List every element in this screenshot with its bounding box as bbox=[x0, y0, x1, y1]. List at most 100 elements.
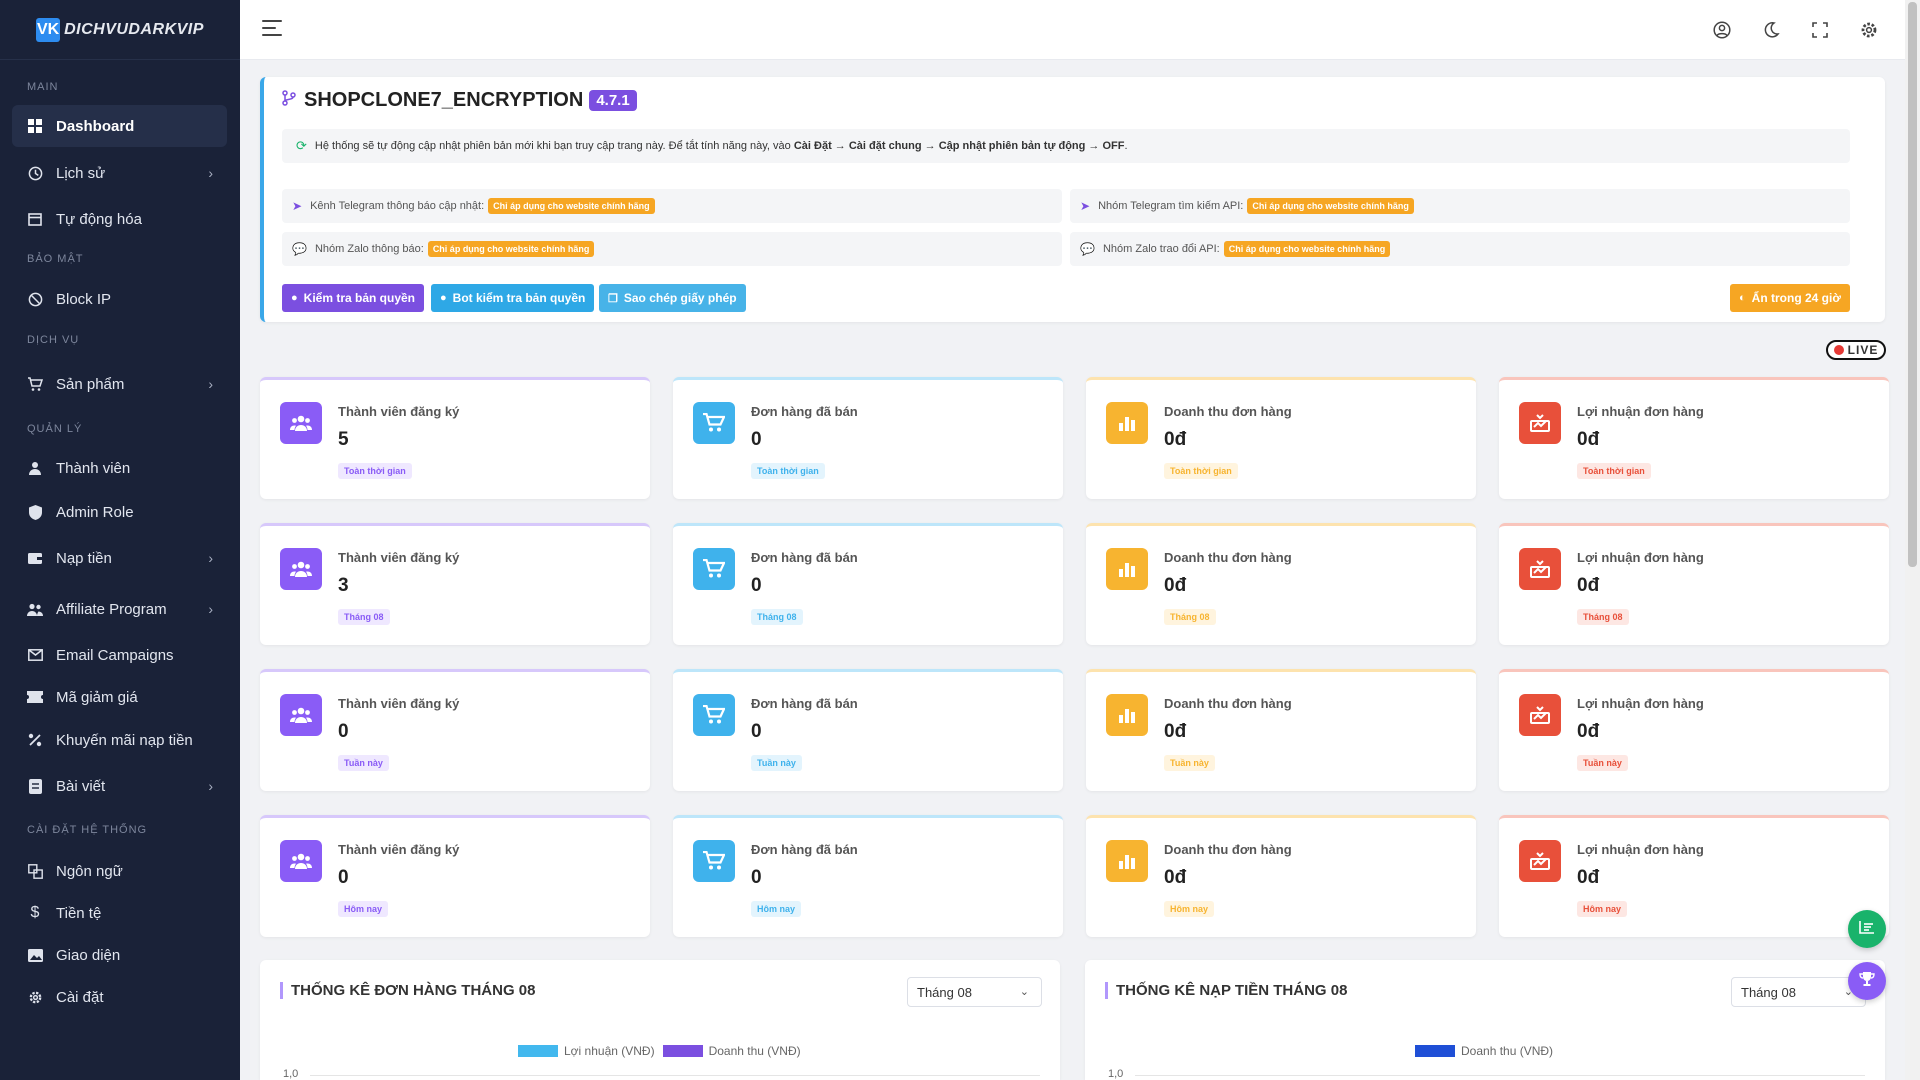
bot-check-license-button[interactable]: ● Bot kiểm tra bản quyền bbox=[431, 284, 595, 312]
floating-list-button[interactable] bbox=[1848, 910, 1886, 948]
period-badge: Toàn thời gian bbox=[1577, 463, 1651, 479]
sidebar-item-topup-promo[interactable]: Khuyến mãi nạp tiền bbox=[12, 719, 227, 761]
period-badge: Tuần này bbox=[1577, 755, 1628, 771]
orders-month-select[interactable]: Tháng 08 ⌄ bbox=[907, 977, 1042, 1007]
section-main: MAIN bbox=[27, 81, 59, 93]
select-value: Tháng 08 bbox=[1741, 984, 1796, 1000]
user-circle-icon[interactable] bbox=[1710, 18, 1734, 42]
sidebar-item-label: Dashboard bbox=[56, 117, 135, 135]
topbar bbox=[240, 0, 1905, 60]
zalo-api-group: 💬 Nhóm Zalo trao đổi API: Chỉ áp dụng ch… bbox=[1070, 232, 1850, 266]
page-scrollbar[interactable] bbox=[1905, 0, 1920, 1080]
calendar-icon bbox=[26, 210, 44, 228]
chevron-down-icon: ⌄ bbox=[1019, 986, 1029, 998]
sidebar-item-label: Admin Role bbox=[56, 503, 134, 521]
sidebar-item-settings[interactable]: Cài đặt bbox=[12, 976, 227, 1018]
orders-stat-card: Đơn hàng đã bán 0 Tháng 08 bbox=[673, 523, 1063, 645]
sidebar-item-label: Affiliate Program bbox=[56, 600, 167, 618]
legend-item[interactable]: Doanh thu (VNĐ) bbox=[662, 1044, 801, 1058]
revenue-stat-card: Doanh thu đơn hàng 0đ Tuần này bbox=[1086, 669, 1476, 791]
floating-trophy-button[interactable] bbox=[1848, 962, 1886, 1000]
sidebar-item-label: Sản phẩm bbox=[56, 375, 125, 393]
zalo-notice-group: 💬 Nhóm Zalo thông báo: Chỉ áp dụng cho w… bbox=[282, 232, 1062, 266]
stat-value: 0đ bbox=[1164, 721, 1187, 742]
brand-logo[interactable]: VK DICHVUDARKVIP bbox=[0, 0, 240, 60]
sidebar-item-label: Thành viên bbox=[56, 459, 131, 477]
stat-value: 3 bbox=[338, 575, 349, 596]
trophy-icon bbox=[1859, 971, 1875, 992]
settings-gear-icon[interactable] bbox=[1857, 18, 1881, 42]
genuine-only-badge: Chỉ áp dụng cho website chính hãng bbox=[427, 241, 595, 257]
period-badge: Tháng 08 bbox=[1164, 609, 1216, 625]
sidebar-item-history[interactable]: Lịch sử › bbox=[12, 152, 227, 194]
stat-label: Thành viên đăng ký bbox=[338, 842, 460, 857]
telegram-icon: ➤ bbox=[1080, 199, 1091, 213]
sidebar-item-products[interactable]: Sản phẩm › bbox=[12, 363, 227, 405]
period-badge: Toàn thời gian bbox=[751, 463, 825, 479]
users-icon bbox=[26, 600, 44, 618]
profit-chart-icon bbox=[1519, 694, 1561, 736]
topup-chart-title: THỐNG KÊ NẠP TIỀN THÁNG 08 bbox=[1105, 982, 1347, 999]
stat-label: Doanh thu đơn hàng bbox=[1164, 842, 1292, 857]
sidebar-item-topup[interactable]: Nạp tiền › bbox=[12, 537, 227, 579]
chevron-right-icon: › bbox=[208, 778, 213, 794]
check-circle-icon: ● bbox=[291, 292, 298, 304]
period-badge: Tuần này bbox=[1164, 755, 1215, 771]
copy-license-button[interactable]: ❐ Sao chép giấy phép bbox=[599, 284, 746, 312]
sidebar-item-members[interactable]: Thành viên bbox=[12, 447, 227, 489]
check-license-button[interactable]: ● Kiểm tra bản quyền bbox=[282, 284, 425, 312]
sidebar: VK DICHVUDARKVIP MAIN Dashboard Lịch sử … bbox=[0, 0, 240, 1080]
section-system-settings: CÀI ĐẶT HỆ THỐNG bbox=[27, 824, 148, 836]
image-icon bbox=[26, 946, 44, 964]
sidebar-item-currency[interactable]: $ Tiền tệ bbox=[12, 892, 227, 934]
period-badge: Toàn thời gian bbox=[1164, 463, 1238, 479]
topup-month-select[interactable]: Tháng 08 ⌄ bbox=[1731, 977, 1866, 1007]
sidebar-item-block-ip[interactable]: Block IP bbox=[12, 278, 227, 320]
section-manage: QUẢN LÝ bbox=[27, 423, 83, 435]
sidebar-item-posts[interactable]: Bài viết › bbox=[12, 765, 227, 807]
app-name: SHOPCLONE7_ENCRYPTION bbox=[304, 89, 584, 111]
chat-bubble-icon: 💬 bbox=[1080, 242, 1095, 256]
period-badge: Hôm nay bbox=[1164, 901, 1215, 917]
sidebar-item-automation[interactable]: Tự động hóa bbox=[12, 198, 227, 240]
profit-chart-icon bbox=[1519, 402, 1561, 444]
chevron-right-icon: › bbox=[208, 376, 213, 392]
orders-chart-title: THỐNG KÊ ĐƠN HÀNG THÁNG 08 bbox=[280, 982, 535, 999]
period-badge: Hôm nay bbox=[751, 901, 802, 917]
sidebar-item-email-campaigns[interactable]: Email Campaigns bbox=[12, 634, 227, 676]
sidebar-item-label: Tiền tệ bbox=[56, 904, 102, 922]
stat-label: Thành viên đăng ký bbox=[338, 550, 460, 565]
legend-item[interactable]: Doanh thu (VNĐ) bbox=[1415, 1044, 1553, 1058]
sidebar-item-dashboard[interactable]: Dashboard bbox=[12, 105, 227, 147]
coupon-icon bbox=[26, 688, 44, 706]
stat-label: Đơn hàng đã bán bbox=[751, 404, 858, 419]
scrollbar-thumb[interactable] bbox=[1908, 2, 1917, 567]
post-icon bbox=[26, 777, 44, 795]
period-badge: Hôm nay bbox=[1577, 901, 1628, 917]
topup-chart-legend: Doanh thu (VNĐ) bbox=[1415, 1044, 1561, 1058]
revenue-stat-card: Doanh thu đơn hàng 0đ Hôm nay bbox=[1086, 815, 1476, 937]
users-group-icon bbox=[280, 694, 322, 736]
sidebar-item-admin-role[interactable]: Admin Role bbox=[12, 491, 227, 533]
sidebar-item-affiliate[interactable]: Affiliate Program › bbox=[12, 588, 227, 630]
telegram-update-channel: ➤ Kênh Telegram thông báo cập nhật: Chỉ … bbox=[282, 189, 1062, 223]
legend-item[interactable]: Lợi nhuận (VNĐ) bbox=[518, 1044, 655, 1058]
section-security: BẢO MẬT bbox=[27, 253, 84, 265]
sidebar-item-label: Nạp tiền bbox=[56, 549, 112, 567]
menu-toggle-icon[interactable] bbox=[262, 20, 282, 38]
revenue-stat-card: Doanh thu đơn hàng 0đ Toàn thời gian bbox=[1086, 377, 1476, 499]
sidebar-item-language[interactable]: Ngôn ngữ bbox=[12, 850, 227, 892]
moon-icon[interactable] bbox=[1759, 18, 1783, 42]
sidebar-item-appearance[interactable]: Giao diện bbox=[12, 934, 227, 976]
live-indicator: LIVE bbox=[1826, 340, 1886, 360]
history-icon bbox=[26, 164, 44, 182]
period-badge: Tháng 08 bbox=[338, 609, 390, 625]
sidebar-item-coupons[interactable]: Mã giảm giá bbox=[12, 676, 227, 718]
select-value: Tháng 08 bbox=[917, 984, 972, 1000]
legend-label: Doanh thu (VNĐ) bbox=[1461, 1044, 1554, 1058]
hide-24h-button[interactable]: ◐ Ẩn trong 24 giờ bbox=[1730, 284, 1850, 312]
fullscreen-icon[interactable] bbox=[1808, 18, 1832, 42]
members-stat-card: Thành viên đăng ký 0 Hôm nay bbox=[260, 815, 650, 937]
stat-value: 0đ bbox=[1577, 575, 1600, 596]
period-badge: Tháng 08 bbox=[751, 609, 803, 625]
